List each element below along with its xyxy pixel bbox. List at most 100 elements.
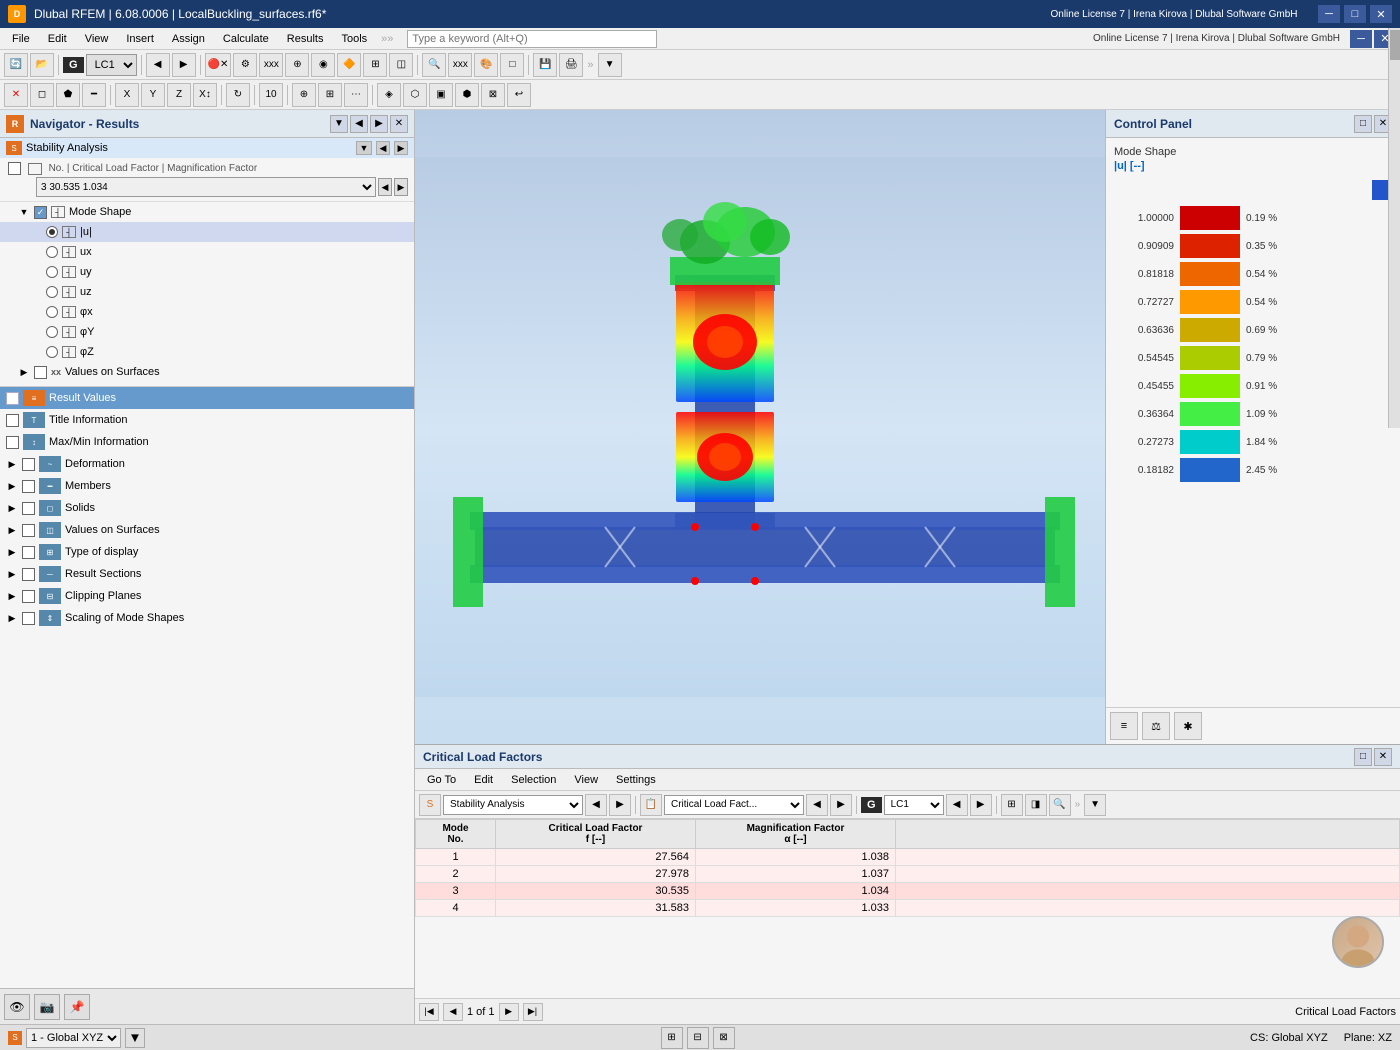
- tb2-surface[interactable]: ⬟: [56, 83, 80, 107]
- menu-file[interactable]: File: [4, 31, 38, 47]
- tb2-cube[interactable]: ◻: [30, 83, 54, 107]
- result-sections-item[interactable]: ▶ ─ Result Sections: [0, 563, 414, 585]
- ti-checkbox[interactable]: [6, 414, 19, 427]
- values-on-surfaces-tree[interactable]: ▶ xx Values on Surfaces: [0, 362, 414, 382]
- bp-icon2[interactable]: ◨: [1025, 794, 1047, 816]
- mode-uz-item[interactable]: ┤ uz: [0, 282, 414, 302]
- panel-minimize[interactable]: ─: [1350, 30, 1372, 48]
- tb-icon3[interactable]: 🔶: [337, 53, 361, 77]
- status-arrow-btn[interactable]: ▼: [125, 1028, 145, 1048]
- mode-uy-radio[interactable]: [46, 266, 58, 278]
- tb-next[interactable]: ▶: [172, 53, 196, 77]
- tb-zoom1[interactable]: 🔍: [422, 53, 446, 77]
- tb-icon2[interactable]: ◉: [311, 53, 335, 77]
- bp-goto[interactable]: Go To: [419, 772, 464, 788]
- mode-phiz-item[interactable]: ┤ φZ: [0, 342, 414, 362]
- menu-tools[interactable]: Tools: [333, 31, 375, 47]
- mode-prev-btn[interactable]: ◀: [378, 178, 392, 196]
- bp-settings[interactable]: Settings: [608, 772, 664, 788]
- tb-save[interactable]: 💾: [533, 53, 557, 77]
- menu-view[interactable]: View: [77, 31, 117, 47]
- nav-marker-btn[interactable]: 📌: [64, 994, 90, 1020]
- tb2-select1[interactable]: ◈: [377, 83, 401, 107]
- type-display-item[interactable]: ▶ ⊞ Type of display: [0, 541, 414, 563]
- sb-btn1[interactable]: ⊞: [661, 1027, 683, 1049]
- cp-legend-btn[interactable]: ≡: [1110, 712, 1138, 740]
- mode-phix-radio[interactable]: [46, 306, 58, 318]
- nav-camera-btn[interactable]: 📷: [34, 994, 60, 1020]
- bp-more[interactable]: ▼: [1084, 794, 1106, 816]
- bp-icon1[interactable]: ⊞: [1001, 794, 1023, 816]
- tb-filter[interactable]: 🔴✕: [205, 53, 232, 77]
- sol-checkbox[interactable]: [22, 502, 35, 515]
- coord-system-selector[interactable]: 1 - Global XYZ: [26, 1028, 121, 1048]
- tb2-dots[interactable]: ⋯: [344, 83, 368, 107]
- rv-checkbox[interactable]: [6, 392, 19, 405]
- tb2-select5[interactable]: ⊠: [481, 83, 505, 107]
- restore-button[interactable]: □: [1344, 5, 1366, 23]
- mode-shape-checkbox[interactable]: [34, 206, 47, 219]
- table-row[interactable]: 1 27.564 1.038: [416, 849, 1400, 866]
- tb-settings[interactable]: ⚙: [233, 53, 257, 77]
- table-row[interactable]: 4 31.583 1.033: [416, 900, 1400, 917]
- result-values-item[interactable]: ≡ Result Values: [0, 387, 414, 409]
- bp-stab-icon[interactable]: S: [419, 794, 441, 816]
- bp-lc-prev[interactable]: ◀: [946, 794, 968, 816]
- sms-checkbox[interactable]: [22, 612, 35, 625]
- page-last[interactable]: ▶|: [523, 1003, 543, 1021]
- members-item[interactable]: ▶ ━ Members: [0, 475, 414, 497]
- tb2-select6[interactable]: ↩: [507, 83, 531, 107]
- bp-stability-selector[interactable]: Stability Analysis: [443, 795, 583, 815]
- menu-results[interactable]: Results: [279, 31, 332, 47]
- rs-checkbox[interactable]: [22, 568, 35, 581]
- bp-restore[interactable]: □: [1354, 748, 1372, 766]
- tb-3d[interactable]: □: [500, 53, 524, 77]
- title-information-item[interactable]: T Title Information: [0, 409, 414, 431]
- deformation-item[interactable]: ▶ ~ Deformation: [0, 453, 414, 475]
- tb2-select2[interactable]: ⬡: [403, 83, 427, 107]
- tb2-select3[interactable]: ▣: [429, 83, 453, 107]
- def-checkbox[interactable]: [22, 458, 35, 471]
- tb-icon1[interactable]: ⊕: [285, 53, 309, 77]
- cp-filter-btn[interactable]: ✱: [1174, 712, 1202, 740]
- mode-phiy-item[interactable]: ┤ φY: [0, 322, 414, 342]
- mode-phix-item[interactable]: ┤ φx: [0, 302, 414, 322]
- cp-scrollbar[interactable]: [1388, 110, 1400, 428]
- tb2-xyz[interactable]: X↕: [193, 83, 217, 107]
- values-surfaces-bottom[interactable]: ▶ ◫ Values on Surfaces: [0, 519, 414, 541]
- tb-icon5[interactable]: ◫: [389, 53, 413, 77]
- cp-nav-checkbox[interactable]: [22, 590, 35, 603]
- mm-checkbox[interactable]: [6, 436, 19, 449]
- bp-table-prev[interactable]: ◀: [806, 794, 828, 816]
- td-checkbox[interactable]: [22, 546, 35, 559]
- mode-ux-radio[interactable]: [46, 246, 58, 258]
- bp-stab-next[interactable]: ▶: [609, 794, 631, 816]
- solids-item[interactable]: ▶ ◻ Solids: [0, 497, 414, 519]
- stability-prev[interactable]: ◀: [376, 141, 390, 155]
- bp-selection[interactable]: Selection: [503, 772, 564, 788]
- page-prev[interactable]: ◀: [443, 1003, 463, 1021]
- mode-uz-radio[interactable]: [46, 286, 58, 298]
- tb2-x[interactable]: X: [115, 83, 139, 107]
- mode-phiz-radio[interactable]: [46, 346, 58, 358]
- table-row[interactable]: 3 30.535 1.034: [416, 883, 1400, 900]
- mode-ux-item[interactable]: ┤ ux: [0, 242, 414, 262]
- menu-insert[interactable]: Insert: [118, 31, 162, 47]
- nav-next[interactable]: ▶: [370, 115, 388, 133]
- tb2-snap1[interactable]: ⊕: [292, 83, 316, 107]
- mode-selector[interactable]: 3 30.535 1.034: [36, 177, 376, 197]
- values-surfaces-checkbox[interactable]: [34, 366, 47, 379]
- tb-prev[interactable]: ◀: [146, 53, 170, 77]
- tb-more[interactable]: ▼: [598, 53, 622, 77]
- scaling-mode-shapes-item[interactable]: ▶ ⇕ Scaling of Mode Shapes: [0, 607, 414, 629]
- menu-calculate[interactable]: Calculate: [215, 31, 277, 47]
- tb2-z[interactable]: Z: [167, 83, 191, 107]
- bp-edit[interactable]: Edit: [466, 772, 501, 788]
- sb-btn3[interactable]: ⊠: [713, 1027, 735, 1049]
- bp-stab-prev[interactable]: ◀: [585, 794, 607, 816]
- bp-icon3[interactable]: 🔍: [1049, 794, 1071, 816]
- tb2-size[interactable]: 10: [259, 83, 283, 107]
- mode-u-radio[interactable]: [46, 226, 58, 238]
- tb-open[interactable]: 📂: [30, 53, 54, 77]
- viewport-3d[interactable]: [415, 110, 1105, 744]
